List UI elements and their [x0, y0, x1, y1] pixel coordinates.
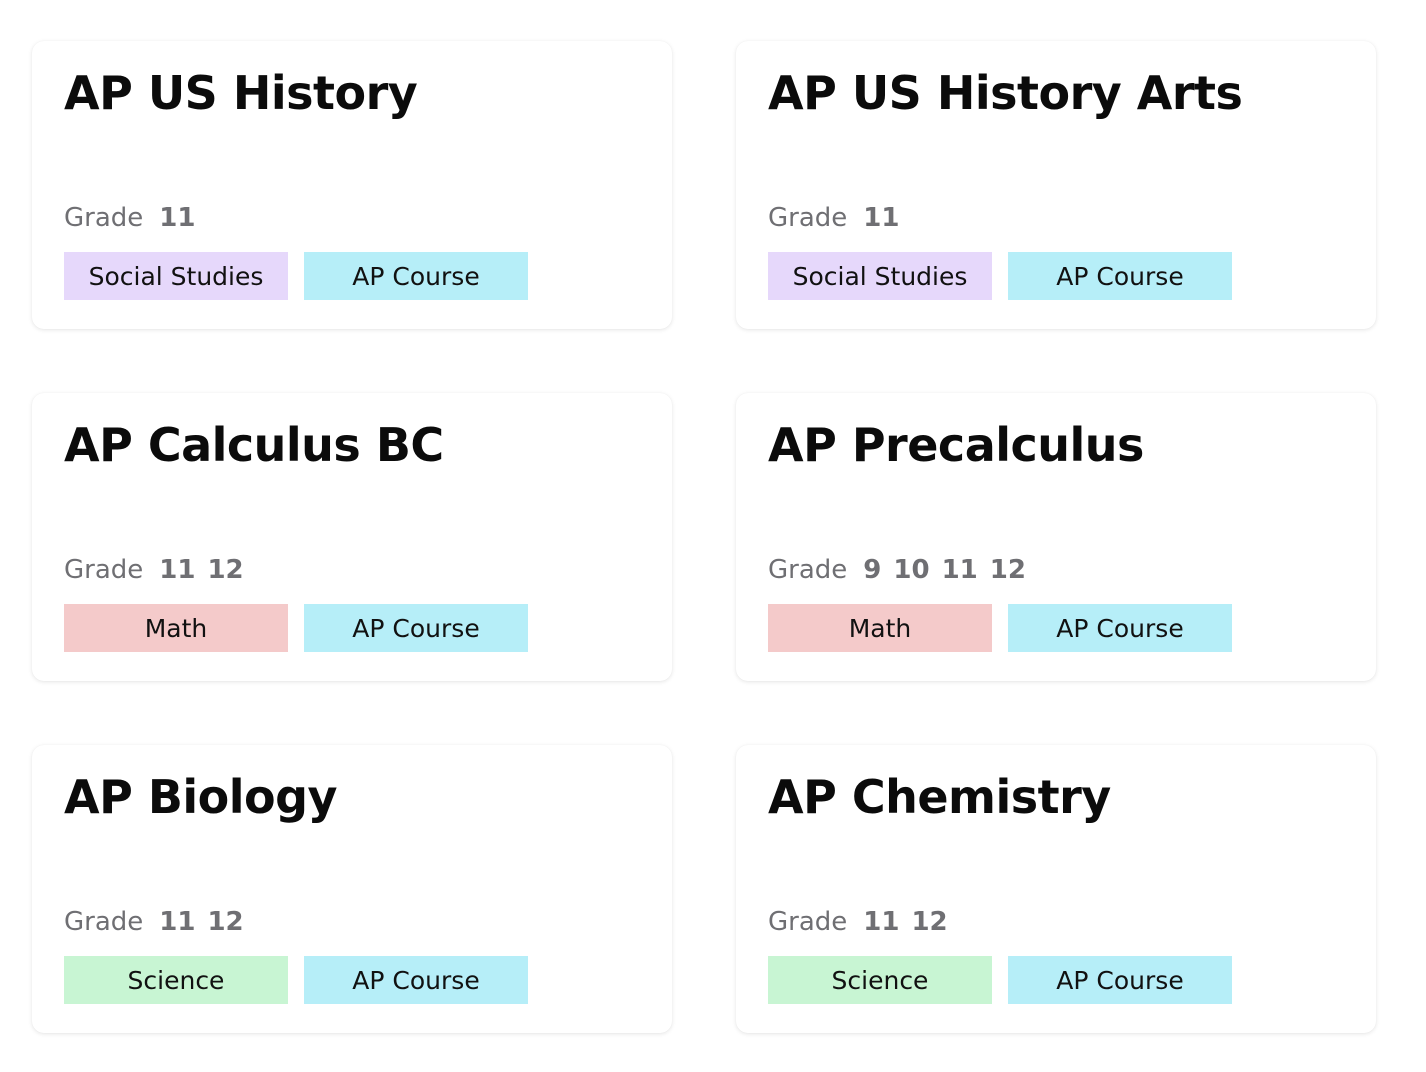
grade-values: 9 10 11 12: [863, 553, 1026, 587]
course-card[interactable]: AP Biology Grade 11 12 Science AP Course: [32, 745, 672, 1033]
grade-label: Grade: [768, 203, 848, 233]
grade-value: 11: [159, 907, 196, 937]
ap-course-tag: AP Course: [1008, 252, 1232, 300]
course-card[interactable]: AP Precalculus Grade 9 10 11 12 Math AP Course: [736, 393, 1376, 681]
tag-list: Social Studies AP Course: [768, 252, 1232, 300]
course-title: AP Biology: [64, 770, 338, 824]
tag-list: Science AP Course: [768, 956, 1232, 1004]
course-card[interactable]: AP Calculus BC Grade 11 12 Math AP Course: [32, 393, 672, 681]
ap-course-tag: AP Course: [1008, 956, 1232, 1004]
grade-label: Grade: [768, 555, 848, 585]
tag-list: Social Studies AP Course: [64, 252, 528, 300]
course-title: AP Calculus BC: [64, 418, 444, 472]
grade-values: 11 12: [159, 905, 243, 939]
course-card[interactable]: AP Chemistry Grade 11 12 Science AP Course: [736, 745, 1376, 1033]
grade-value: 11: [863, 907, 900, 937]
grade-values: 11 12: [863, 905, 947, 939]
course-card[interactable]: AP US History Arts Grade 11 Social Studies A…: [736, 41, 1376, 329]
subject-tag: Math: [64, 604, 288, 652]
subject-tag: Science: [64, 956, 288, 1004]
grade-values: 11: [159, 201, 195, 235]
grade-value: 12: [989, 555, 1026, 585]
grade-label: Grade: [64, 203, 144, 233]
subject-tag: Social Studies: [768, 252, 992, 300]
course-card[interactable]: AP US History Grade 11 Social Studies AP Cou…: [32, 41, 672, 329]
tag-list: Math AP Course: [64, 604, 528, 652]
grade-values: 11 12: [159, 553, 243, 587]
grade-label: Grade: [768, 907, 848, 937]
course-title: AP Chemistry: [768, 770, 1111, 824]
grade-value: 11: [941, 555, 978, 585]
grade-values: 11: [863, 201, 899, 235]
grade-value: 12: [207, 555, 244, 585]
ap-course-tag: AP Course: [304, 604, 528, 652]
grade-row: Grade 11 12: [768, 905, 948, 939]
grade-row: Grade 11 12: [64, 553, 244, 587]
tag-list: Science AP Course: [64, 956, 528, 1004]
grade-row: Grade 9 10 11 12: [768, 553, 1026, 587]
subject-tag: Social Studies: [64, 252, 288, 300]
ap-course-tag: AP Course: [304, 252, 528, 300]
grade-label: Grade: [64, 907, 144, 937]
grade-value: 9: [863, 555, 882, 585]
grade-value: 12: [207, 907, 244, 937]
grade-value: 11: [159, 203, 196, 233]
tag-list: Math AP Course: [768, 604, 1232, 652]
grade-value: 10: [893, 555, 930, 585]
course-title: AP US History Arts: [768, 66, 1243, 120]
subject-tag: Math: [768, 604, 992, 652]
grade-value: 12: [911, 907, 948, 937]
course-grid: AP US History Grade 11 Social Studies AP Cou…: [32, 41, 1376, 1033]
grade-label: Grade: [64, 555, 144, 585]
grade-value: 11: [159, 555, 196, 585]
course-title: AP US History: [64, 66, 418, 120]
grade-row: Grade 11: [768, 201, 899, 235]
course-title: AP Precalculus: [768, 418, 1144, 472]
ap-course-tag: AP Course: [1008, 604, 1232, 652]
grade-row: Grade 11 12: [64, 905, 244, 939]
ap-course-tag: AP Course: [304, 956, 528, 1004]
grade-row: Grade 11: [64, 201, 195, 235]
subject-tag: Science: [768, 956, 992, 1004]
grade-value: 11: [863, 203, 900, 233]
